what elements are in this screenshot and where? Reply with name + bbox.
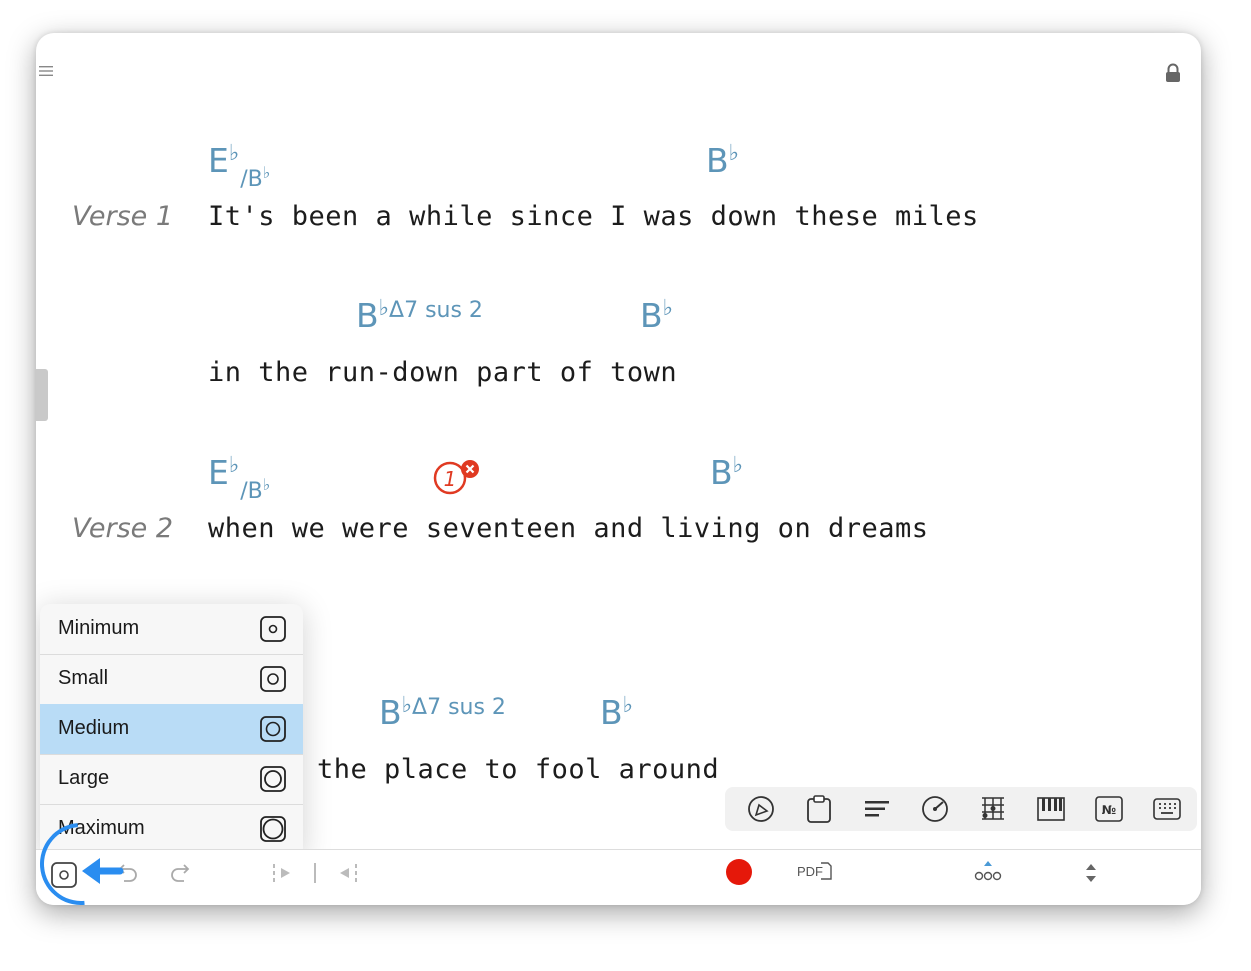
edit-toolbar: № bbox=[725, 787, 1197, 831]
clipboard-icon[interactable] bbox=[803, 793, 835, 825]
section-label-verse-1: Verse 1 bbox=[72, 201, 174, 232]
lock-icon[interactable] bbox=[1164, 63, 1182, 83]
size-maximum-icon bbox=[260, 816, 286, 842]
size-option-minimum[interactable]: Minimum bbox=[40, 604, 303, 655]
size-option-small[interactable]: Small bbox=[40, 654, 303, 705]
reorder-icon[interactable] bbox=[1082, 860, 1100, 886]
size-large-icon bbox=[260, 766, 286, 792]
pdf-icon bbox=[821, 862, 832, 880]
chord-grid-icon[interactable] bbox=[977, 793, 1009, 825]
record-button[interactable] bbox=[726, 859, 752, 885]
chord[interactable]: B♭ bbox=[640, 296, 673, 335]
pen-icon[interactable] bbox=[745, 793, 777, 825]
align-icon[interactable] bbox=[861, 793, 893, 825]
hamburger-icon[interactable] bbox=[39, 65, 53, 77]
chord[interactable]: B♭ bbox=[600, 693, 633, 732]
size-option-medium[interactable]: Medium bbox=[40, 704, 303, 755]
app-window: Verse 1 E♭/B♭ B♭ It's been a while since… bbox=[36, 33, 1201, 905]
svg-text:1: 1 bbox=[444, 467, 457, 491]
size-menu: Minimum Small Medium Large Maximum bbox=[40, 604, 303, 856]
lyric-line[interactable]: in the run-down part of town bbox=[208, 357, 677, 388]
play-cursor-icon[interactable] bbox=[270, 860, 296, 886]
error-badge[interactable]: 1 bbox=[432, 459, 482, 499]
side-drawer-handle[interactable] bbox=[36, 369, 48, 421]
chord[interactable]: E♭/B♭ bbox=[208, 141, 270, 192]
cursor-bar-icon[interactable] bbox=[308, 860, 322, 886]
chord[interactable]: B♭Δ7 sus 2 bbox=[379, 693, 506, 732]
bottom-bar: PDF bbox=[36, 850, 1201, 905]
lyric-line[interactable]: when we were seventeen and living on dre… bbox=[208, 513, 928, 544]
more-icon[interactable] bbox=[972, 858, 1004, 886]
redo-icon[interactable] bbox=[168, 860, 194, 886]
piano-icon[interactable] bbox=[1035, 793, 1067, 825]
section-label-verse-2: Verse 2 bbox=[72, 513, 174, 544]
pointer-arrow-icon bbox=[82, 858, 124, 884]
lyric-line[interactable]: It's been a while since I was down these… bbox=[208, 201, 979, 232]
size-small-icon bbox=[260, 666, 286, 692]
keyboard-icon[interactable] bbox=[1151, 793, 1183, 825]
number-icon[interactable]: № bbox=[1093, 793, 1125, 825]
chord[interactable]: B♭Δ7 sus 2 bbox=[356, 296, 483, 335]
size-medium-icon bbox=[260, 716, 286, 742]
size-option-large[interactable]: Large bbox=[40, 754, 303, 805]
chord[interactable]: E♭/B♭ bbox=[208, 453, 270, 504]
lyric-line[interactable]: the place to fool around bbox=[317, 754, 719, 785]
svg-text:№: № bbox=[1102, 803, 1116, 817]
chord[interactable]: B♭ bbox=[706, 141, 739, 180]
rewind-cursor-icon[interactable] bbox=[334, 860, 360, 886]
chord[interactable]: B♭ bbox=[710, 453, 743, 492]
size-minimum-icon bbox=[260, 616, 286, 642]
tempo-dial-icon[interactable] bbox=[919, 793, 951, 825]
